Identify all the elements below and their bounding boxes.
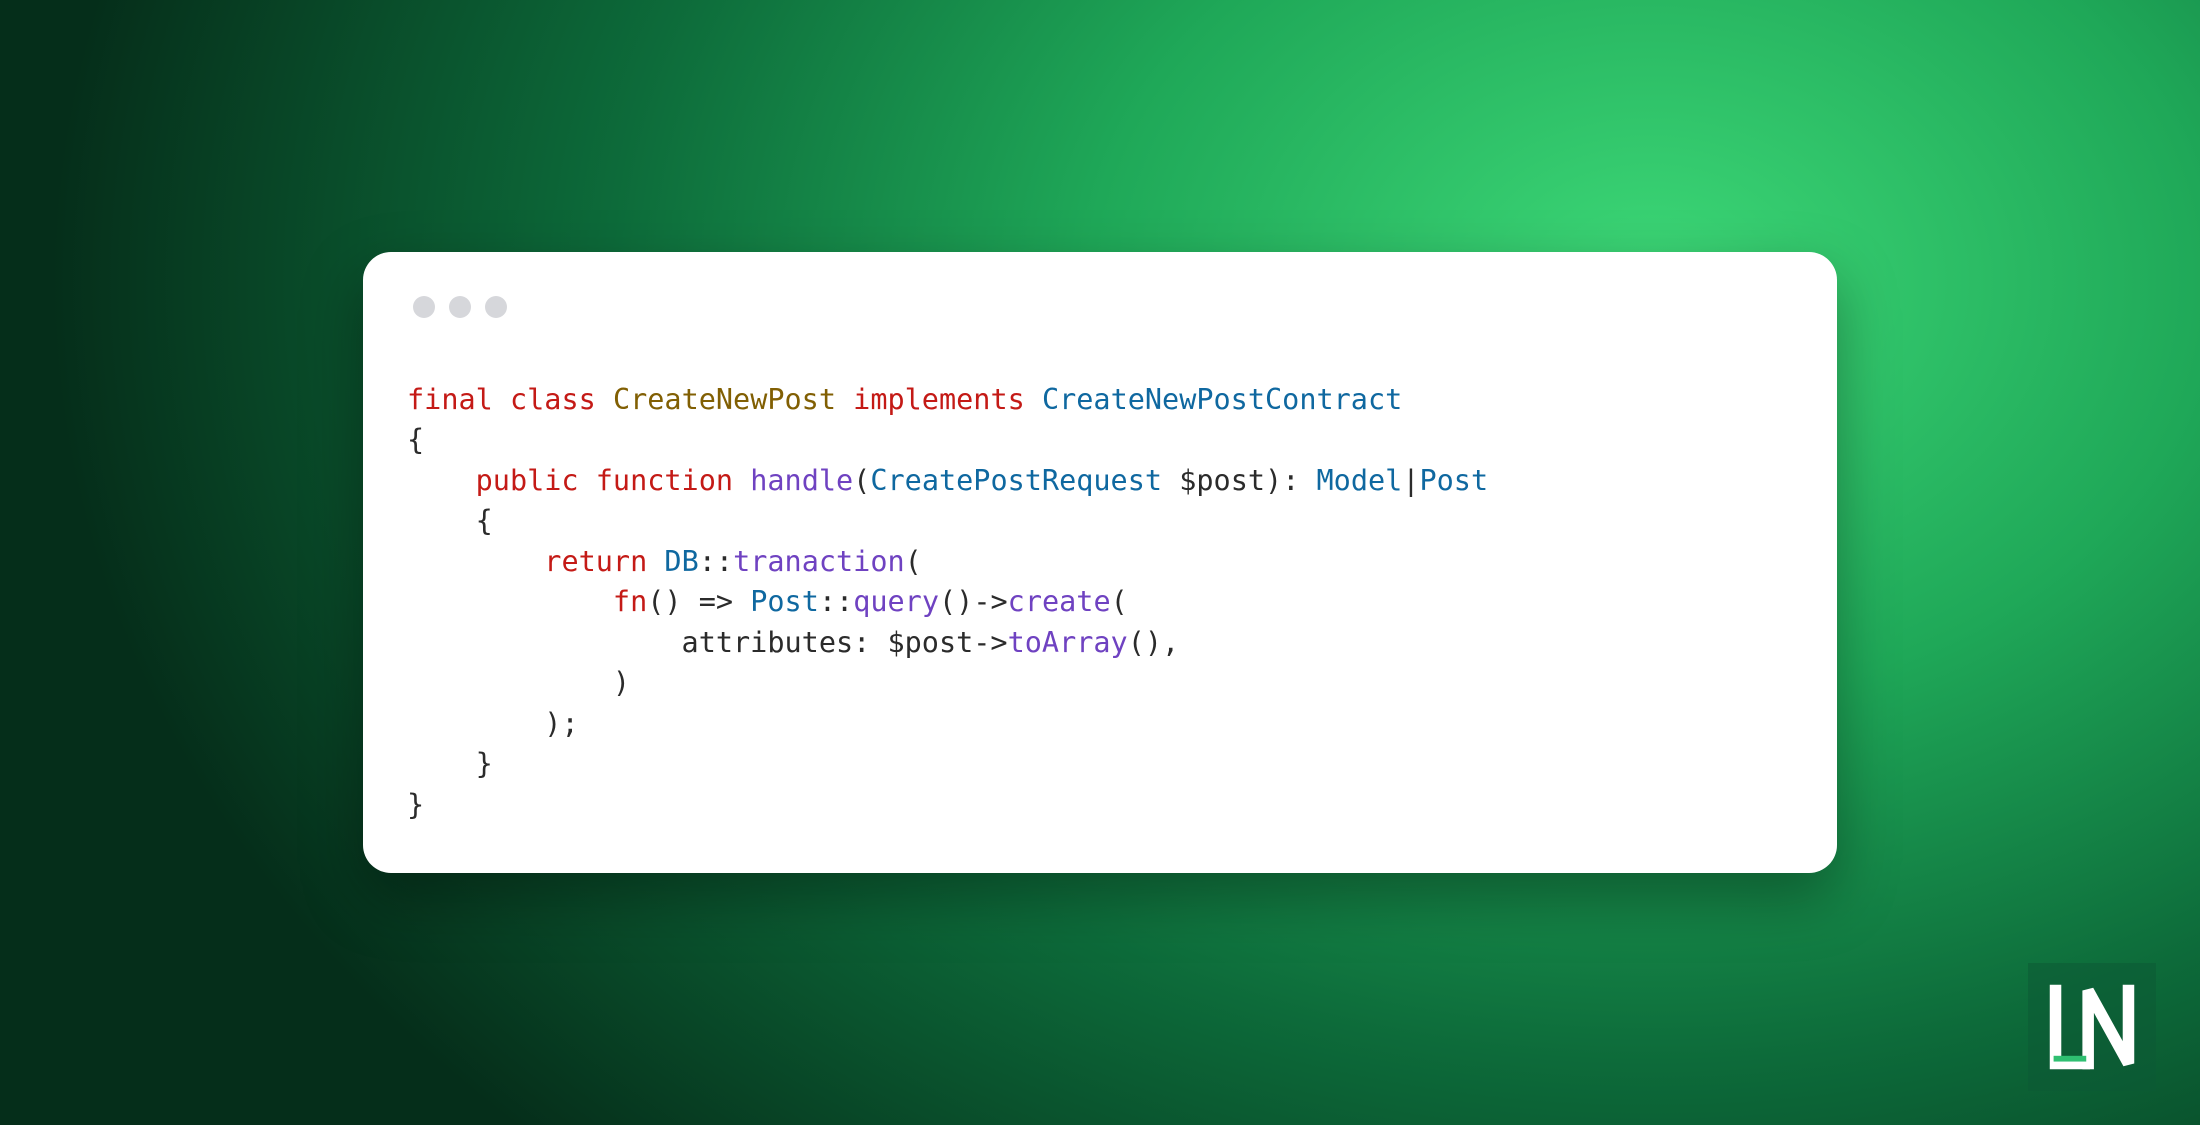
fn-toarray: toArray [1008,626,1128,659]
named-colon: : [853,626,887,659]
paren-open-3: ( [1111,585,1128,618]
paren-close-semi: ); [544,707,578,740]
brace-open: { [407,423,424,456]
dbl-colon-2: :: [819,585,853,618]
kw-implements: implements [853,383,1025,416]
kw-function: function [596,464,733,497]
traffic-light-minimize-icon [449,296,471,318]
dbl-colon: :: [699,545,733,578]
brace-open-2: { [476,504,493,537]
window-titlebar [407,290,1793,318]
fn-create: create [1008,585,1111,618]
kw-fn: fn [613,585,647,618]
thin-arrow: -> [973,585,1007,618]
ret-model: Model [1317,464,1403,497]
traffic-light-zoom-icon [485,296,507,318]
named-arg: attributes [682,626,854,659]
fn-handle: handle [750,464,853,497]
paren-close: ) [1265,464,1282,497]
thin-arrow-2: -> [973,626,1007,659]
kw-final: final [407,383,493,416]
code-window: final class CreateNewPost implements Cre… [363,252,1837,873]
param-type: CreatePostRequest [870,464,1162,497]
brace-close: } [407,788,424,821]
post-class: Post [750,585,819,618]
brace-close-2: } [476,747,493,780]
contract-name: CreateNewPostContract [1042,383,1402,416]
paren-open-2: ( [905,545,922,578]
traffic-light-close-icon [413,296,435,318]
fn-tranaction: tranaction [733,545,905,578]
brand-logo [2028,963,2156,1091]
pipe: | [1402,464,1419,497]
code-block: final class CreateNewPost implements Cre… [407,380,1793,825]
param-var: $post [1179,464,1265,497]
kw-return: return [544,545,647,578]
fat-arrow: => [699,585,733,618]
paren-close-3: ) [613,666,630,699]
post-var: $post [887,626,973,659]
query-parens: () [939,585,973,618]
ret-post: Post [1419,464,1488,497]
fn-query: query [853,585,939,618]
kw-public: public [476,464,579,497]
paren-open: ( [853,464,870,497]
fn-empty-parens: () [647,585,681,618]
colon: : [1282,464,1316,497]
kw-class: class [510,383,596,416]
toarray-parens: () [1128,626,1162,659]
class-name: CreateNewPost [613,383,836,416]
ln-logo-icon [2044,979,2140,1075]
db-class: DB [664,545,698,578]
comma: , [1162,626,1179,659]
